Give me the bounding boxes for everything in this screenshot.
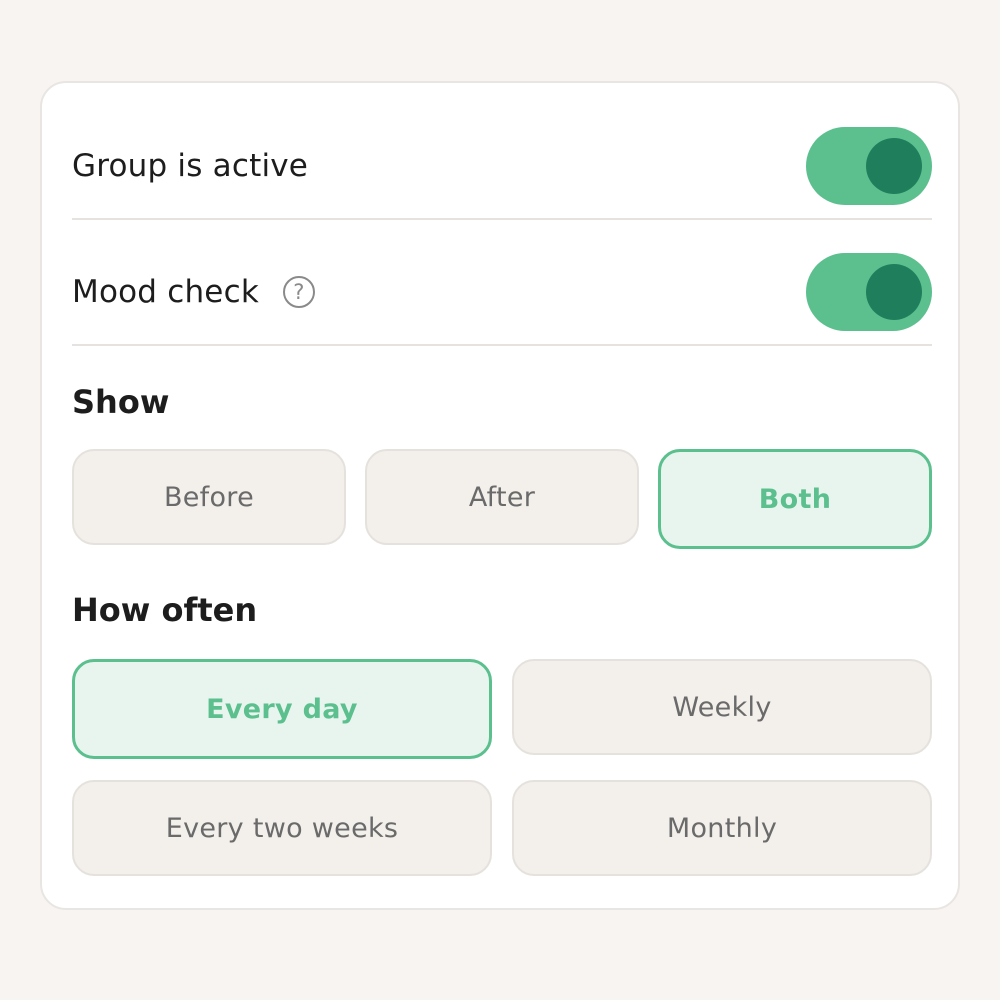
show-section-title: Show xyxy=(72,383,170,421)
how-often-section-title: How often xyxy=(72,591,258,629)
frequency-option-weekly[interactable]: Weekly xyxy=(512,659,932,755)
mood-check-toggle[interactable] xyxy=(806,253,932,331)
toggle-knob xyxy=(866,138,922,194)
settings-card: Group is active Mood check ? Show Before… xyxy=(40,81,960,910)
show-option-before[interactable]: Before xyxy=(72,449,346,545)
frequency-option-every-two-weeks[interactable]: Every two weeks xyxy=(72,780,492,876)
frequency-option-every-day[interactable]: Every day xyxy=(72,659,492,759)
toggle-knob xyxy=(866,264,922,320)
mood-check-label-wrap: Mood check ? xyxy=(72,274,315,310)
mood-check-row: Mood check ? xyxy=(72,239,932,345)
frequency-option-monthly[interactable]: Monthly xyxy=(512,780,932,876)
question-circle-icon[interactable]: ? xyxy=(282,276,315,308)
mood-check-label: Mood check xyxy=(72,274,259,310)
divider xyxy=(72,344,932,346)
group-active-row: Group is active xyxy=(72,113,932,219)
divider xyxy=(72,218,932,220)
show-option-both[interactable]: Both xyxy=(658,449,932,549)
show-option-after[interactable]: After xyxy=(365,449,639,545)
group-active-toggle[interactable] xyxy=(806,127,932,205)
group-active-label: Group is active xyxy=(72,148,309,184)
